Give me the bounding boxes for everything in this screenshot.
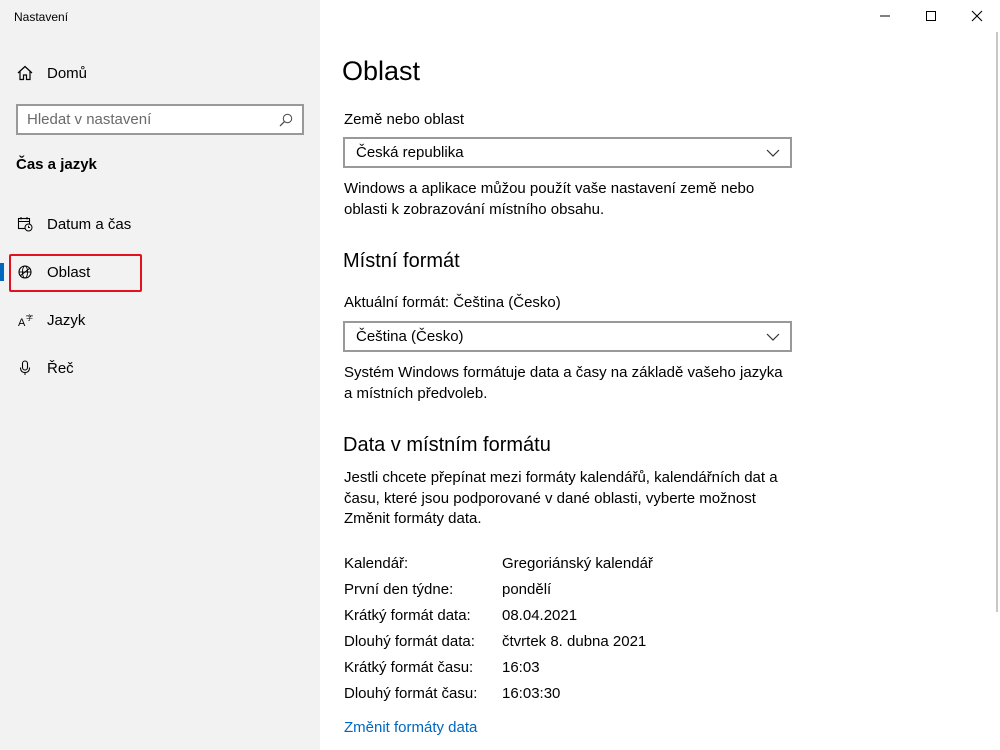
format-row-first-day: První den týdne: pondělí [344,576,794,602]
maximize-button[interactable] [908,0,954,32]
format-key: Dlouhý formát data: [344,632,475,650]
app-title: Nastavení [14,10,69,24]
format-key: Krátký formát času: [344,658,474,676]
svg-text:A: A [18,317,26,328]
home-icon [17,65,33,81]
format-value: pondělí [502,580,552,598]
selection-indicator [0,263,4,281]
format-value: 16:03:30 [502,684,561,702]
microphone-icon [16,359,34,377]
regional-format-value: Čeština (Česko) [356,328,464,345]
search-input[interactable] [18,106,278,133]
chevron-down-icon [766,149,780,157]
section-title: Čas a jazyk [16,156,97,173]
format-value: 16:03 [502,658,540,676]
minimize-icon [880,15,890,17]
regional-format-dropdown[interactable]: Čeština (Česko) [343,321,792,352]
regional-format-heading: Místní formát [343,250,460,272]
language-icon: A 字 [16,311,34,329]
format-row-short-date: Krátký formát data: 08.04.2021 [344,602,794,628]
format-row-long-time: Dlouhý formát času: 16:03:30 [344,680,794,706]
maximize-icon [926,11,936,21]
search-box[interactable] [16,104,304,135]
close-button[interactable] [954,0,1000,32]
calendar-clock-icon [16,215,34,233]
home-label: Domů [47,64,88,82]
format-key: Kalendář: [344,554,409,572]
country-description: Windows a aplikace můžou použít vaše nas… [344,180,755,218]
format-data-description: Jestli chcete přepínat mezi formáty kale… [344,469,778,527]
format-key: První den týdne: [344,580,454,598]
sidebar-item-date-time[interactable]: Datum a čas [0,204,320,244]
sidebar-item-label: Oblast [47,263,91,281]
close-icon [971,10,983,22]
sidebar-item-region[interactable]: Oblast [0,252,320,292]
regional-format-label: Aktuální formát: Čeština (Česko) [344,294,561,311]
sidebar-item-label: Datum a čas [47,215,132,233]
format-value: Gregoriánský kalendář [502,554,653,572]
scrollbar[interactable] [996,32,998,612]
format-key: Dlouhý formát času: [344,684,478,702]
home-button[interactable]: Domů [16,62,87,84]
page-title: Oblast [342,56,421,86]
country-dropdown[interactable]: Česká republika [343,137,792,168]
format-value: čtvrtek 8. dubna 2021 [502,632,647,650]
regional-format-description: Systém Windows formátuje data a časy na … [344,364,783,402]
format-row-short-time: Krátký formát času: 16:03 [344,654,794,680]
format-value: 08.04.2021 [502,606,578,624]
sidebar: Nastavení Domů Čas a jazyk Datum a čas [0,0,320,750]
format-data-heading: Data v místním formátu [343,434,551,456]
svg-text:字: 字 [26,313,33,322]
format-row-calendar: Kalendář: Gregoriánský kalendář [344,550,794,576]
search-icon[interactable] [278,112,294,128]
chevron-down-icon [766,333,780,341]
change-date-formats-link[interactable]: Změnit formáty data [344,719,477,736]
minimize-button[interactable] [862,0,908,32]
format-row-long-date: Dlouhý formát data: čtvrtek 8. dubna 202… [344,628,794,654]
sidebar-item-label: Jazyk [47,311,86,329]
format-key: Krátký formát data: [344,606,471,624]
sidebar-item-speech[interactable]: Řeč [0,348,320,388]
sidebar-item-label: Řeč [47,359,74,377]
country-label: Země nebo oblast [344,111,465,128]
sidebar-item-language[interactable]: A 字 Jazyk [0,300,320,340]
globe-icon [16,263,34,281]
country-value: Česká republika [356,144,464,161]
